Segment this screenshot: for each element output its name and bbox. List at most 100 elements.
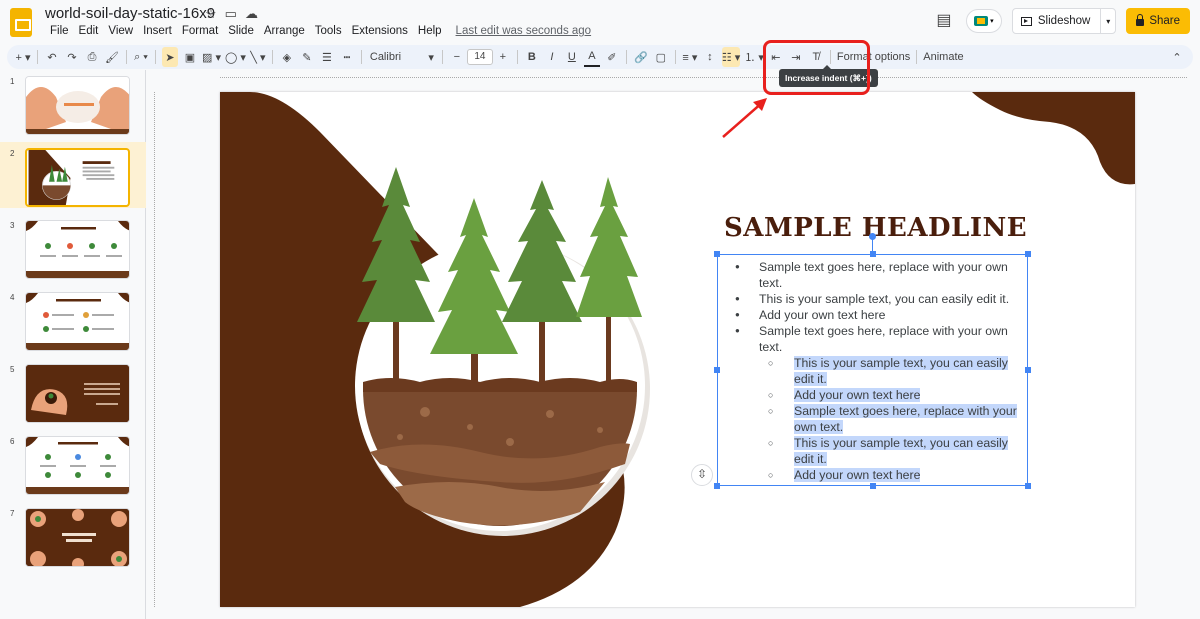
highlight-color-icon[interactable]: ✐: [604, 47, 620, 67]
toolbar-divider: [441, 50, 443, 64]
slide-thumb-row[interactable]: 7: [0, 502, 146, 568]
menu-format[interactable]: Format: [177, 25, 223, 37]
border-weight-icon[interactable]: ☰: [319, 47, 335, 67]
resize-handle[interactable]: [870, 483, 876, 489]
meet-button[interactable]: ▾: [965, 9, 1002, 33]
menu-tools[interactable]: Tools: [310, 25, 347, 37]
menu-view[interactable]: View: [103, 25, 138, 37]
rotation-handle[interactable]: [869, 233, 876, 240]
fill-color-icon[interactable]: ◈: [279, 47, 295, 67]
sub-bullet-item[interactable]: This is your sample text, you can easily…: [728, 355, 1024, 387]
slide-thumb-row[interactable]: 3: [0, 214, 146, 280]
slide-thumbnail[interactable]: [25, 220, 130, 279]
paint-format-icon[interactable]: 🖌: [104, 47, 120, 67]
decrease-font-size-icon[interactable]: −: [449, 47, 465, 67]
slide-thumbnail[interactable]: [25, 508, 130, 567]
resize-handle[interactable]: [1025, 251, 1031, 257]
menu-edit[interactable]: Edit: [74, 25, 104, 37]
slide-thumb-row[interactable]: 5: [0, 358, 146, 424]
toolbar-divider: [37, 50, 38, 64]
sub-bullet-text: Add your own text here: [794, 468, 921, 482]
image-icon[interactable]: ▨ ▾: [202, 47, 221, 67]
resize-handle[interactable]: [1025, 483, 1031, 489]
border-dash-icon[interactable]: ┅: [339, 47, 355, 67]
select-tool-icon[interactable]: ➤: [162, 47, 178, 67]
add-comment-icon[interactable]: ▢: [653, 47, 669, 67]
slideshow-button[interactable]: Slideshow: [1013, 9, 1102, 33]
resize-handle[interactable]: [714, 483, 720, 489]
slide-thumb-row[interactable]: 6: [0, 430, 146, 496]
sub-bullet-item[interactable]: Add your own text here: [728, 467, 1024, 483]
slide-thumb-row[interactable]: 4: [0, 286, 146, 352]
undo-icon[interactable]: ↶: [44, 47, 60, 67]
toolbar-divider: [126, 50, 127, 64]
slide-thumb-row[interactable]: 1: [0, 70, 146, 136]
insert-link-icon[interactable]: 🔗: [633, 47, 649, 67]
sub-bullet-item[interactable]: Add your own text here: [728, 387, 1024, 403]
text-box-icon[interactable]: ▣: [182, 47, 198, 67]
bullet-item[interactable]: Sample text goes here, replace with your…: [728, 259, 1024, 291]
bullet-item[interactable]: This is your sample text, you can easily…: [728, 291, 1024, 307]
font-size-input[interactable]: 14: [466, 49, 493, 65]
menu-file[interactable]: File: [45, 25, 74, 37]
new-slide-icon[interactable]: + ▾: [15, 47, 31, 67]
zoom-icon[interactable]: ⌕ ▾: [133, 47, 149, 67]
increase-font-size-icon[interactable]: +: [495, 47, 511, 67]
star-icon[interactable]: ☆: [205, 6, 217, 22]
menu-help[interactable]: Help: [413, 25, 447, 37]
slide-thumbnail[interactable]: [25, 436, 130, 495]
slides-logo-icon[interactable]: [10, 8, 32, 37]
last-edit-link[interactable]: Last edit was seconds ago: [451, 25, 597, 37]
sub-bullet-text: Sample text goes here, replace with your…: [794, 404, 1017, 434]
toolbar-divider: [271, 50, 273, 64]
selected-text-box[interactable]: Sample text goes here, replace with your…: [714, 251, 1031, 489]
numbered-list-icon[interactable]: ⒈ ▾: [744, 47, 764, 67]
bullet-item[interactable]: Add your own text here: [728, 307, 1024, 323]
text-box-content[interactable]: Sample text goes here, replace with your…: [728, 259, 1024, 483]
menu-slide[interactable]: Slide: [223, 25, 259, 37]
share-button[interactable]: Share: [1126, 8, 1190, 34]
bullet-item[interactable]: Sample text goes here, replace with your…: [728, 323, 1024, 355]
sub-bullet-item[interactable]: This is your sample text, you can easily…: [728, 435, 1024, 467]
vertical-ruler[interactable]: [148, 80, 156, 619]
bold-icon[interactable]: B: [524, 47, 540, 67]
cloud-status-icon[interactable]: ☁: [245, 6, 258, 22]
border-color-icon[interactable]: ✎: [299, 47, 315, 67]
resize-handle[interactable]: [1025, 367, 1031, 373]
slide-thumb-row-active[interactable]: 2: [0, 142, 146, 208]
slide-number: 5: [10, 365, 15, 374]
resize-handle[interactable]: [714, 251, 720, 257]
horizontal-ruler[interactable]: [157, 70, 1200, 78]
font-family-select[interactable]: Calibri ▾: [368, 47, 436, 67]
resize-handle[interactable]: [870, 251, 876, 257]
menu-arrange[interactable]: Arrange: [259, 25, 310, 37]
slide-thumbnail[interactable]: [25, 364, 130, 423]
slide-headline[interactable]: SAMPLE HEADLINE: [724, 213, 1027, 243]
print-icon[interactable]: ⎙: [84, 47, 100, 67]
slide-thumbnail[interactable]: [25, 148, 130, 207]
redo-icon[interactable]: ↷: [64, 47, 80, 67]
slideshow-dropdown[interactable]: ▾: [1101, 9, 1115, 33]
menu-extensions[interactable]: Extensions: [347, 25, 413, 37]
shape-icon[interactable]: ◯ ▾: [225, 47, 246, 67]
text-color-icon[interactable]: A: [583, 47, 600, 67]
animate-button[interactable]: Animate: [923, 47, 963, 67]
line-spacing-icon[interactable]: ↕: [702, 47, 718, 67]
italic-icon[interactable]: I: [544, 47, 560, 67]
header-actions: ▤ ▾ Slideshow ▾ Share: [932, 8, 1190, 34]
collapse-toolbar-icon[interactable]: ⌃: [1169, 47, 1185, 67]
move-folder-icon[interactable]: ▭: [225, 6, 237, 22]
slide-thumbnail[interactable]: [25, 76, 130, 135]
sub-bullet-item[interactable]: Sample text goes here, replace with your…: [728, 403, 1024, 435]
line-icon[interactable]: ╲ ▾: [250, 47, 266, 67]
underline-icon[interactable]: U: [564, 47, 580, 67]
document-title[interactable]: world-soil-day-static-16x9: [45, 5, 215, 22]
slide-thumbnail[interactable]: [25, 292, 130, 351]
bulleted-list-icon[interactable]: ☷ ▾: [721, 47, 741, 67]
slide-number: 1: [10, 77, 15, 86]
menu-insert[interactable]: Insert: [138, 25, 177, 37]
comment-history-icon[interactable]: ▤: [932, 9, 956, 33]
resize-handle[interactable]: [714, 367, 720, 373]
align-icon[interactable]: ≡ ▾: [682, 47, 698, 67]
autofit-options-icon[interactable]: ⇳: [691, 464, 713, 486]
